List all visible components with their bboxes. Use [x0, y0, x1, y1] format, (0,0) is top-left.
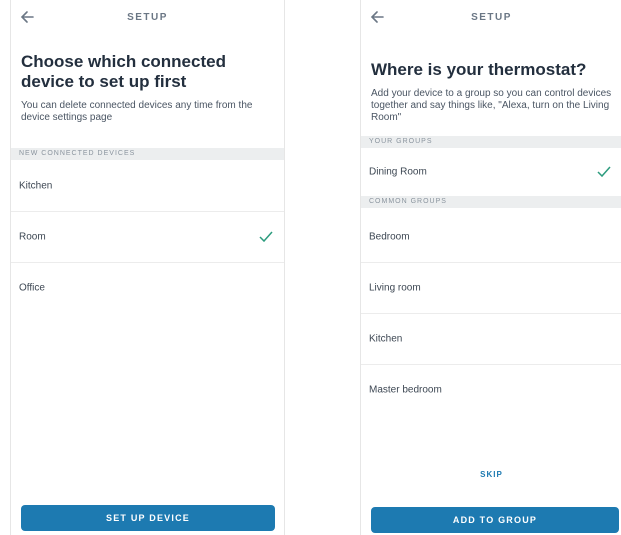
top-bar: SETUP	[11, 0, 284, 36]
group-item-label: Kitchen	[369, 333, 403, 345]
device-item-office[interactable]: Office	[11, 263, 284, 313]
header-title: SETUP	[127, 12, 168, 23]
header-title: SETUP	[471, 12, 512, 23]
device-item-room[interactable]: Room	[11, 212, 284, 263]
add-to-group-button[interactable]: ADD TO GROUP	[371, 507, 619, 533]
page-title: Where is your thermostat?	[371, 60, 587, 79]
device-item-label: Office	[19, 282, 45, 294]
device-setup-screen: SETUP Choose which connected device to s…	[10, 0, 285, 535]
device-item-label: Room	[19, 231, 46, 243]
checkmark-icon	[259, 231, 273, 243]
group-item-living-room[interactable]: Living room	[361, 263, 621, 314]
group-item-kitchen[interactable]: Kitchen	[361, 314, 621, 365]
group-item-label: Bedroom	[369, 231, 410, 243]
skip-link[interactable]: SKIP	[361, 470, 621, 479]
group-item-label: Master bedroom	[369, 384, 442, 396]
group-item-master-bedroom[interactable]: Master bedroom	[361, 365, 621, 415]
group-item-bedroom[interactable]: Bedroom	[361, 212, 621, 263]
group-item-label: Living room	[369, 282, 421, 294]
device-item-label: Kitchen	[19, 180, 53, 192]
section-header-common-groups: COMMON GROUPS	[361, 196, 621, 208]
page-description: Add your device to a group so you can co…	[371, 88, 612, 123]
checkmark-icon	[597, 166, 611, 178]
page-description: You can delete connected devices any tim…	[21, 100, 253, 123]
section-header-new-devices: NEW CONNECTED DEVICES	[11, 148, 284, 160]
group-item-label: Dining Room	[369, 166, 427, 178]
section-header-your-groups: YOUR GROUPS	[361, 136, 621, 148]
set-up-device-button[interactable]: SET UP DEVICE	[21, 505, 275, 531]
group-item-dining-room[interactable]: Dining Room	[361, 148, 621, 196]
group-setup-screen: SETUP Where is your thermostat? Add your…	[360, 0, 621, 535]
device-item-kitchen[interactable]: Kitchen	[11, 161, 284, 212]
page-title: Choose which connected device to set up …	[21, 52, 226, 91]
top-bar: SETUP	[361, 0, 621, 36]
